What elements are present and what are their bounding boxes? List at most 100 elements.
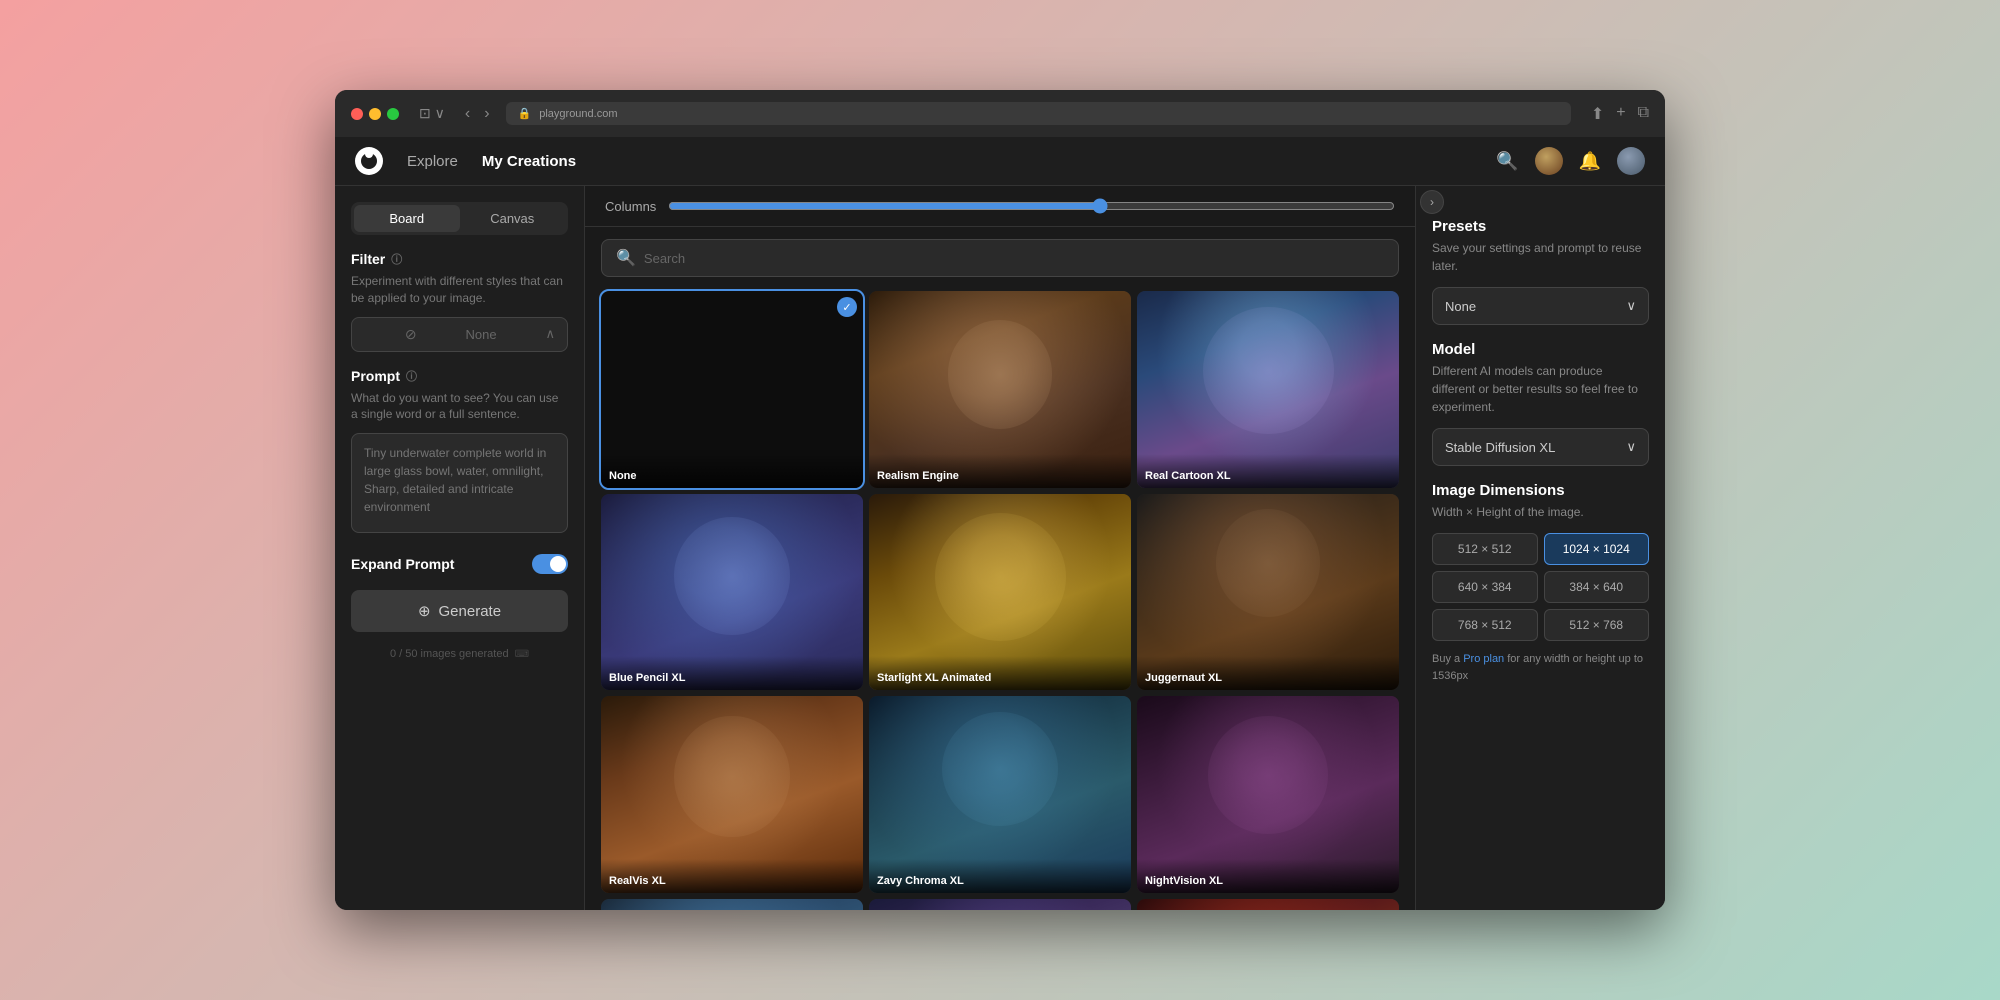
expand-prompt-label: Expand Prompt	[351, 556, 454, 572]
generate-button[interactable]: ⊕ Generate	[351, 590, 568, 632]
selected-checkmark: ✓	[837, 297, 857, 317]
collapse-panel-button[interactable]: ›	[1420, 190, 1444, 214]
prompt-title: Prompt ⓘ	[351, 368, 568, 384]
expand-prompt-toggle[interactable]	[532, 554, 568, 574]
generation-count-text: 0 / 50 images generated	[390, 648, 509, 660]
dim-384x640[interactable]: 384 × 640	[1544, 571, 1650, 603]
close-button[interactable]	[351, 108, 363, 120]
pro-plan-link[interactable]: Pro plan	[1463, 653, 1504, 665]
filter-grid-area: 🔍 ✓ None	[585, 227, 1415, 910]
lock-icon: 🔒	[518, 107, 532, 120]
model-select-dropdown[interactable]: Stable Diffusion XL ∨	[1432, 428, 1649, 466]
browser-window: ⊡ ∨ ‹ › 🔒 playground.com ⬆ + ⧉ Explo	[335, 90, 1665, 910]
main-area: Board Canvas Filter ⓘ Experiment with di…	[335, 186, 1665, 910]
share-icon[interactable]: ⬆	[1591, 104, 1604, 124]
toggle-knob	[550, 556, 566, 572]
dim-512x512[interactable]: 512 × 512	[1432, 533, 1538, 565]
user-avatar[interactable]	[1617, 147, 1645, 175]
columns-slider[interactable]	[668, 198, 1395, 214]
board-toggle-button[interactable]: Board	[354, 205, 460, 232]
tabs-icon[interactable]: ⊡ ∨	[419, 105, 445, 122]
prompt-help-icon[interactable]: ⓘ	[406, 368, 417, 384]
filter-item-juggernaut[interactable]: Juggernaut XL	[1137, 494, 1399, 691]
filter-label-starlight: Starlight XL Animated	[869, 656, 1131, 690]
top-nav-right: 🔍 🔔	[1496, 147, 1645, 175]
minimize-button[interactable]	[369, 108, 381, 120]
search-bar-icon: 🔍	[616, 248, 636, 268]
generate-label: Generate	[439, 603, 502, 620]
filter-label-realvis: RealVis XL	[601, 859, 863, 893]
right-panel: › Presets Save your settings and prompt …	[1415, 186, 1665, 910]
filter-label-none: None	[601, 454, 863, 488]
keyboard-icon: ⌨	[515, 649, 529, 660]
search-icon-button[interactable]: 🔍	[1496, 151, 1518, 172]
dim-512x768[interactable]: 512 × 768	[1544, 609, 1650, 641]
avatar-icon[interactable]	[1535, 147, 1563, 175]
presets-description: Save your settings and prompt to reuse l…	[1432, 239, 1649, 275]
filter-item-dreamshaper[interactable]: Dreamshaper	[869, 899, 1131, 911]
generation-count: 0 / 50 images generated ⌨	[351, 648, 568, 660]
canvas-toggle-button[interactable]: Canvas	[460, 205, 566, 232]
back-button[interactable]: ‹	[461, 103, 474, 125]
filter-label-blue-pencil: Blue Pencil XL	[601, 656, 863, 690]
my-creations-nav-link[interactable]: My Creations	[482, 153, 576, 170]
filter-help-icon[interactable]: ⓘ	[391, 251, 402, 267]
prompt-textarea[interactable]	[351, 433, 568, 533]
filter-item-realvis[interactable]: RealVis XL	[601, 696, 863, 893]
image-dimensions-title: Image Dimensions	[1432, 482, 1649, 499]
view-toggle: Board Canvas	[351, 202, 568, 235]
filter-item-starlight[interactable]: Starlight XL Animated	[869, 494, 1131, 691]
model-chevron-icon: ∨	[1626, 439, 1636, 455]
explore-nav-link[interactable]: Explore	[407, 153, 458, 170]
pro-plan-note: Buy a Pro plan for any width or height u…	[1432, 651, 1649, 684]
model-selected-value: Stable Diffusion XL	[1445, 440, 1555, 455]
model-section: Model Different AI models can produce di…	[1432, 341, 1649, 466]
filter-item-mbbxl[interactable]: MBBXL	[1137, 899, 1399, 911]
filter-selected-value: None	[466, 327, 497, 342]
maximize-button[interactable]	[387, 108, 399, 120]
plus-circle-icon: ⊕	[418, 602, 431, 620]
preset-select-dropdown[interactable]: None ∨	[1432, 287, 1649, 325]
filter-grid: ✓ None Realism Engine	[601, 291, 1399, 910]
filter-label-real-cartoon: Real Cartoon XL	[1137, 454, 1399, 488]
address-bar[interactable]: 🔒 playground.com	[506, 102, 1571, 125]
notifications-icon-button[interactable]: 🔔	[1579, 151, 1601, 172]
logo-icon	[355, 147, 383, 175]
copy-icon[interactable]: ⧉	[1638, 104, 1649, 124]
dimensions-grid: 512 × 512 1024 × 1024 640 × 384 384 × 64…	[1432, 533, 1649, 641]
app-content: Explore My Creations 🔍 🔔 Board Canvas Fi…	[335, 137, 1665, 910]
new-tab-icon[interactable]: +	[1616, 104, 1625, 124]
filter-item-realistic-stock[interactable]: Realistic Stock Photo	[601, 899, 863, 911]
search-input[interactable]	[644, 251, 1384, 266]
columns-label: Columns	[605, 199, 656, 214]
dim-640x384[interactable]: 640 × 384	[1432, 571, 1538, 603]
filter-section: Filter ⓘ Experiment with different style…	[351, 251, 568, 352]
filter-item-none[interactable]: ✓ None	[601, 291, 863, 488]
filter-title: Filter ⓘ	[351, 251, 568, 267]
filter-item-real-cartoon[interactable]: Real Cartoon XL	[1137, 291, 1399, 488]
filter-item-zavy[interactable]: Zavy Chroma XL	[869, 696, 1131, 893]
chevron-up-icon: ∧	[545, 326, 555, 342]
center-panel: Columns 🔍 ✓ None	[585, 186, 1415, 910]
preset-chevron-icon: ∨	[1626, 298, 1636, 314]
filter-item-blue-pencil[interactable]: Blue Pencil XL	[601, 494, 863, 691]
filter-item-realism-engine[interactable]: Realism Engine	[869, 291, 1131, 488]
forward-button[interactable]: ›	[480, 103, 493, 125]
filter-description: Experiment with different styles that ca…	[351, 273, 568, 307]
dim-1024x1024[interactable]: 1024 × 1024	[1544, 533, 1650, 565]
model-description: Different AI models can produce differen…	[1432, 362, 1649, 416]
filter-label-juggernaut: Juggernaut XL	[1137, 656, 1399, 690]
presets-title: Presets	[1432, 218, 1649, 235]
url-text: playground.com	[539, 108, 617, 120]
dim-768x512[interactable]: 768 × 512	[1432, 609, 1538, 641]
filter-label-realism-engine: Realism Engine	[869, 454, 1131, 488]
presets-section: Presets Save your settings and prompt to…	[1432, 218, 1649, 325]
image-dimensions-section: Image Dimensions Width × Height of the i…	[1432, 482, 1649, 684]
ban-icon: ⊘	[405, 326, 417, 343]
filter-item-nightvision[interactable]: NightVision XL	[1137, 696, 1399, 893]
traffic-lights	[351, 108, 399, 120]
preset-selected-value: None	[1445, 299, 1476, 314]
search-bar: 🔍	[601, 239, 1399, 277]
browser-actions: ⬆ + ⧉	[1591, 104, 1649, 124]
filter-select-dropdown[interactable]: ⊘ None ∧	[351, 317, 568, 352]
